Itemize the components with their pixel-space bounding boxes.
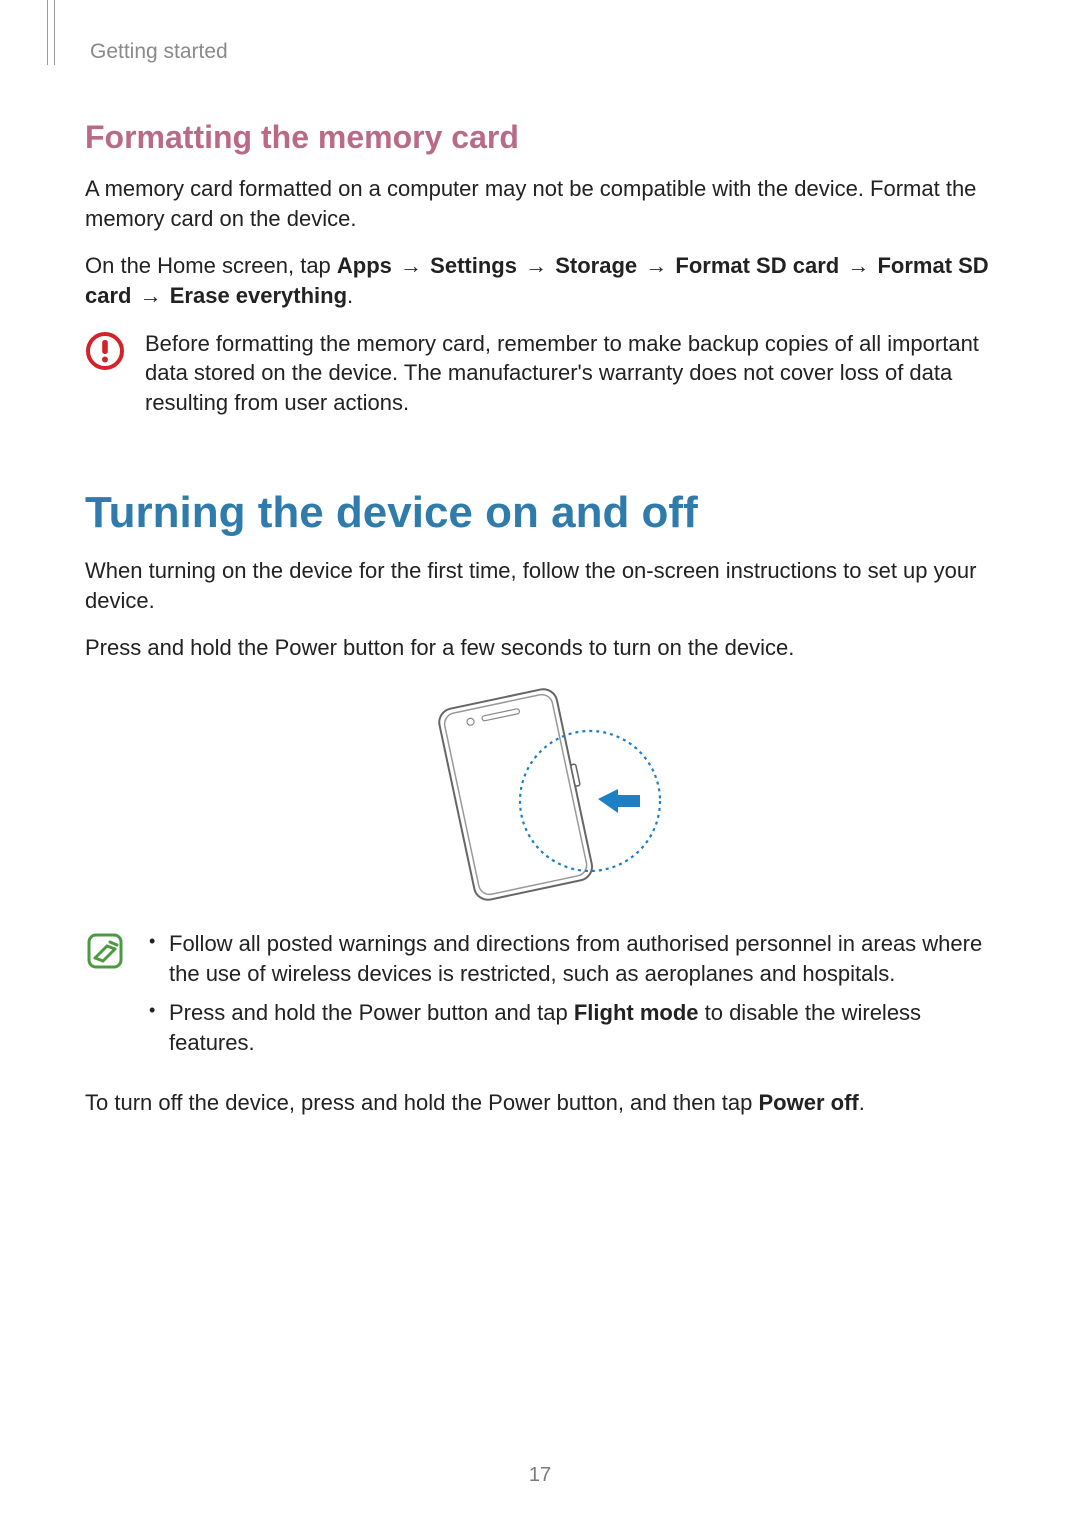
nav-step: Settings	[430, 253, 517, 278]
text: Follow all posted warnings and direction…	[169, 931, 982, 986]
nav-step: Storage	[555, 253, 637, 278]
tab-marker	[47, 0, 55, 65]
list-item: Follow all posted warnings and direction…	[145, 929, 995, 988]
arrow-icon: →	[398, 253, 424, 278]
nav-step: Apps	[337, 253, 392, 278]
text: .	[347, 283, 353, 308]
arrow-icon: →	[523, 253, 549, 278]
warning-text: Before formatting the memory card, remem…	[145, 329, 995, 418]
note-callout: Follow all posted warnings and direction…	[85, 929, 995, 1068]
paragraph: To turn off the device, press and hold t…	[85, 1088, 995, 1118]
heading-turning-device-on-off: Turning the device on and off	[85, 488, 995, 538]
paragraph: A memory card formatted on a computer ma…	[85, 174, 995, 233]
nav-step: Erase everything	[170, 283, 347, 308]
paragraph: Press and hold the Power button for a fe…	[85, 633, 995, 663]
arrow-icon: →	[643, 253, 669, 278]
device-power-illustration	[85, 681, 995, 901]
paragraph: When turning on the device for the first…	[85, 556, 995, 615]
running-head: Getting started	[85, 40, 995, 64]
page-number: 17	[0, 1464, 1080, 1487]
warning-callout: Before formatting the memory card, remem…	[85, 329, 995, 418]
heading-formatting-memory-card: Formatting the memory card	[85, 119, 995, 156]
paragraph-nav-path: On the Home screen, tap Apps → Settings …	[85, 251, 995, 310]
text: To turn off the device, press and hold t…	[85, 1090, 759, 1115]
note-icon	[85, 931, 125, 976]
text: Press and hold the Power button and tap	[169, 1000, 574, 1025]
nav-step: Format SD card	[675, 253, 839, 278]
warning-icon	[85, 331, 125, 376]
text-bold: Power off	[759, 1090, 859, 1115]
text-bold: Flight mode	[574, 1000, 699, 1025]
list-item: Press and hold the Power button and tap …	[145, 998, 995, 1057]
arrow-icon: →	[138, 283, 164, 308]
text: On the Home screen, tap	[85, 253, 337, 278]
text: .	[859, 1090, 865, 1115]
arrow-icon: →	[845, 253, 871, 278]
note-list: Follow all posted warnings and direction…	[145, 929, 995, 1068]
press-arrow-icon	[598, 789, 640, 813]
manual-page: Getting started Formatting the memory ca…	[0, 0, 1080, 1527]
